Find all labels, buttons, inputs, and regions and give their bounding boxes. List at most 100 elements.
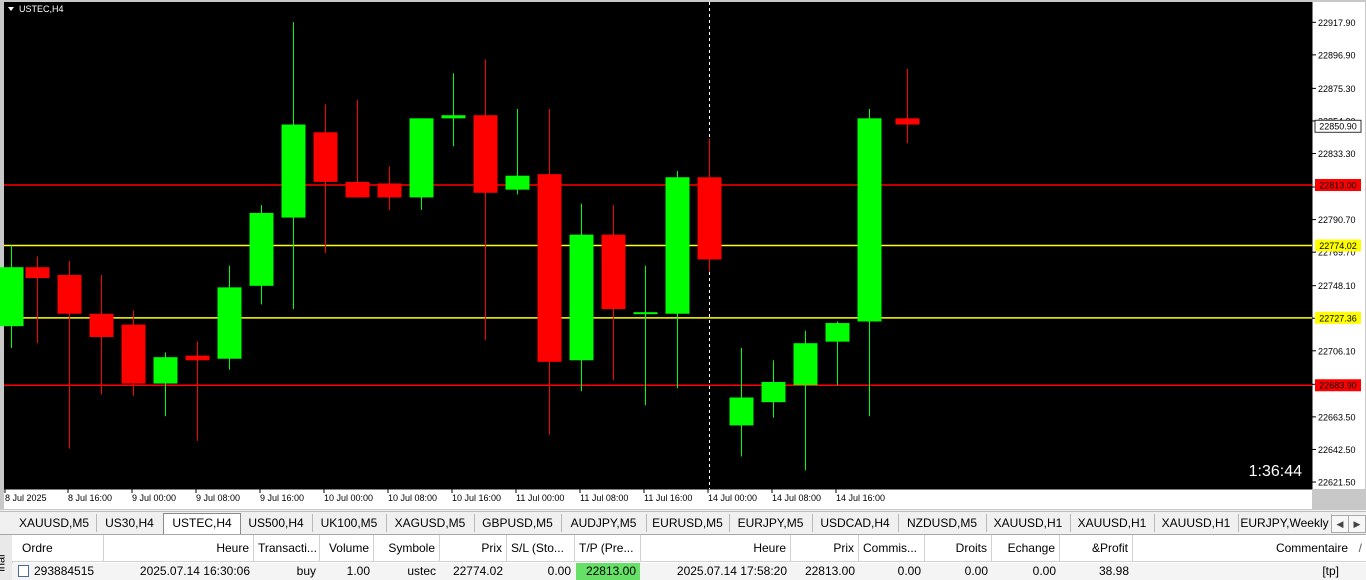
level-price-label: 22813.00: [1319, 181, 1357, 191]
chart-tab[interactable]: US30,H4: [96, 514, 164, 532]
time-tick-label: 9 Jul 00:00: [132, 493, 176, 503]
col-header-prix[interactable]: Prix: [440, 535, 507, 562]
cell-tp: 22813.00: [576, 563, 640, 580]
terminal-history-panel: inal Ordre Heure Transacti... Volume Sym…: [0, 534, 1366, 580]
candle-body: [0, 267, 24, 327]
current-price-label: 22850.90: [1319, 122, 1357, 132]
candle-body: [153, 357, 178, 384]
time-tick-label: 9 Jul 08:00: [196, 493, 240, 503]
candle-body: [697, 177, 722, 260]
candle-body: [89, 313, 114, 338]
candle-body: [793, 343, 818, 386]
chart-window[interactable]: 22917.9022896.9022875.3022854.3022833.30…: [0, 0, 1366, 510]
chart-tab[interactable]: EURJPY,Weekly: [1238, 514, 1332, 532]
level-price-label: 22774.02: [1319, 241, 1357, 251]
cell-ordre[interactable]: 293884515: [14, 563, 104, 580]
candle-body: [857, 118, 882, 322]
candle-body: [569, 234, 594, 361]
col-header-heure-close[interactable]: Heure: [641, 535, 791, 562]
cell-droits: 0.00: [964, 564, 988, 578]
col-header-tp[interactable]: T/P (Pre...: [575, 535, 641, 562]
time-tick-label: 11 Jul 16:00: [644, 493, 692, 503]
chart-tab[interactable]: NZDUSD,M5: [898, 514, 987, 532]
candle-body: [217, 287, 242, 359]
time-tick-label: 14 Jul 08:00: [772, 493, 821, 503]
candle-body: [665, 177, 690, 314]
candle-body: [601, 234, 626, 310]
candle-body: [313, 132, 338, 182]
price-tick-label: 22896.90: [1318, 50, 1356, 60]
price-tick-label: 22917.90: [1318, 18, 1356, 28]
col-header-droits[interactable]: Droits: [925, 535, 992, 562]
cell-profit: 38.98: [1098, 564, 1129, 578]
time-tick-label: 11 Jul 08:00: [580, 493, 628, 503]
col-header-heure[interactable]: Heure: [104, 535, 254, 562]
price-tick-label: 22706.10: [1318, 346, 1356, 356]
cell-commission: 0.00: [897, 564, 921, 578]
chart-tab[interactable]: AUDJPY,M5: [561, 514, 647, 532]
price-tick-label: 22748.10: [1318, 281, 1356, 291]
candle-body: [825, 323, 850, 342]
col-header-commission[interactable]: Commis...: [859, 535, 925, 562]
candle-body: [121, 324, 146, 384]
cell-transaction: buy: [296, 564, 316, 578]
chart-tab[interactable]: XAUUSD,H1: [1154, 514, 1239, 532]
price-tick-label: 22621.50: [1318, 478, 1356, 488]
price-tick-label: 22642.50: [1318, 445, 1356, 455]
candle-body: [345, 181, 370, 198]
col-header-volume[interactable]: Volume: [320, 535, 374, 562]
col-header-ordre[interactable]: Ordre: [12, 535, 104, 562]
candle-body: [761, 381, 786, 403]
candle-body: [895, 118, 920, 125]
chart-tab[interactable]: EURUSD,M5: [646, 514, 730, 532]
candle-body: [505, 175, 530, 190]
time-tick-label: 10 Jul 08:00: [388, 493, 437, 503]
chart-symbol-label: USTEC,H4: [19, 4, 64, 14]
candle-countdown-timer: 1:36:44: [1249, 463, 1302, 480]
time-tick-label: 8 Jul 2025: [5, 493, 47, 503]
time-tick-label: 8 Jul 16:00: [68, 493, 112, 503]
candle-body: [729, 397, 754, 426]
time-tick-label: 11 Jul 00:00: [516, 493, 564, 503]
tabs-scroll-left-button[interactable]: ◀: [1331, 515, 1349, 533]
level-price-label: 22683.90: [1319, 381, 1357, 391]
chart-tab[interactable]: XAUUSD,H1: [1070, 514, 1155, 532]
tabs-scroll-right-button[interactable]: ▶: [1348, 515, 1366, 533]
price-tick-label: 22875.30: [1318, 84, 1356, 94]
time-tick-label: 10 Jul 16:00: [452, 493, 501, 503]
candle-body: [57, 274, 82, 314]
price-chart[interactable]: 22917.9022896.9022875.3022854.3022833.30…: [0, 0, 1366, 510]
col-header-prix-close[interactable]: Prix: [791, 535, 859, 562]
col-header-transaction[interactable]: Transacti...: [254, 535, 320, 562]
document-icon: [18, 564, 29, 577]
col-header-symbole[interactable]: Symbole: [374, 535, 440, 562]
col-header-echange[interactable]: Echange: [992, 535, 1060, 562]
chart-tab[interactable]: XAGUSD,M5: [386, 514, 475, 532]
chart-tab[interactable]: USDCAD,H4: [812, 514, 899, 532]
chart-tab[interactable]: GBPUSD,M5: [474, 514, 562, 532]
chart-tab[interactable]: UK100,M5: [312, 514, 387, 532]
chart-tab[interactable]: XAUUSD,M5: [12, 514, 97, 532]
candle: [409, 118, 434, 210]
cell-prix-close: 22813.00: [804, 564, 855, 578]
chart-tab[interactable]: US500,H4: [240, 514, 313, 532]
price-tick-label: 22663.50: [1318, 412, 1356, 422]
candle-body: [537, 174, 562, 362]
cell-echange: 0.00: [1032, 564, 1056, 578]
col-header-commentaire[interactable]: Commentaire /: [1133, 535, 1366, 562]
cell-volume: 1.00: [346, 564, 370, 578]
candle-body: [441, 115, 466, 119]
candle-body: [473, 115, 498, 193]
col-header-sl[interactable]: S/L (Sto...: [507, 535, 575, 562]
chart-tab[interactable]: EURJPY,M5: [729, 514, 813, 532]
chart-tab[interactable]: USTEC,H4: [163, 513, 241, 534]
candle-body: [633, 312, 658, 315]
cell-sl: 0.00: [547, 564, 571, 578]
candle-body: [377, 183, 402, 198]
time-tick-label: 10 Jul 00:00: [324, 493, 373, 503]
cell-heure: 2025.07.14 16:30:06: [139, 564, 250, 578]
candle-body: [409, 118, 434, 198]
chart-tab[interactable]: XAUUSD,H1: [986, 514, 1071, 532]
candle-body: [185, 355, 210, 361]
col-header-profit[interactable]: &Profit: [1060, 535, 1133, 562]
